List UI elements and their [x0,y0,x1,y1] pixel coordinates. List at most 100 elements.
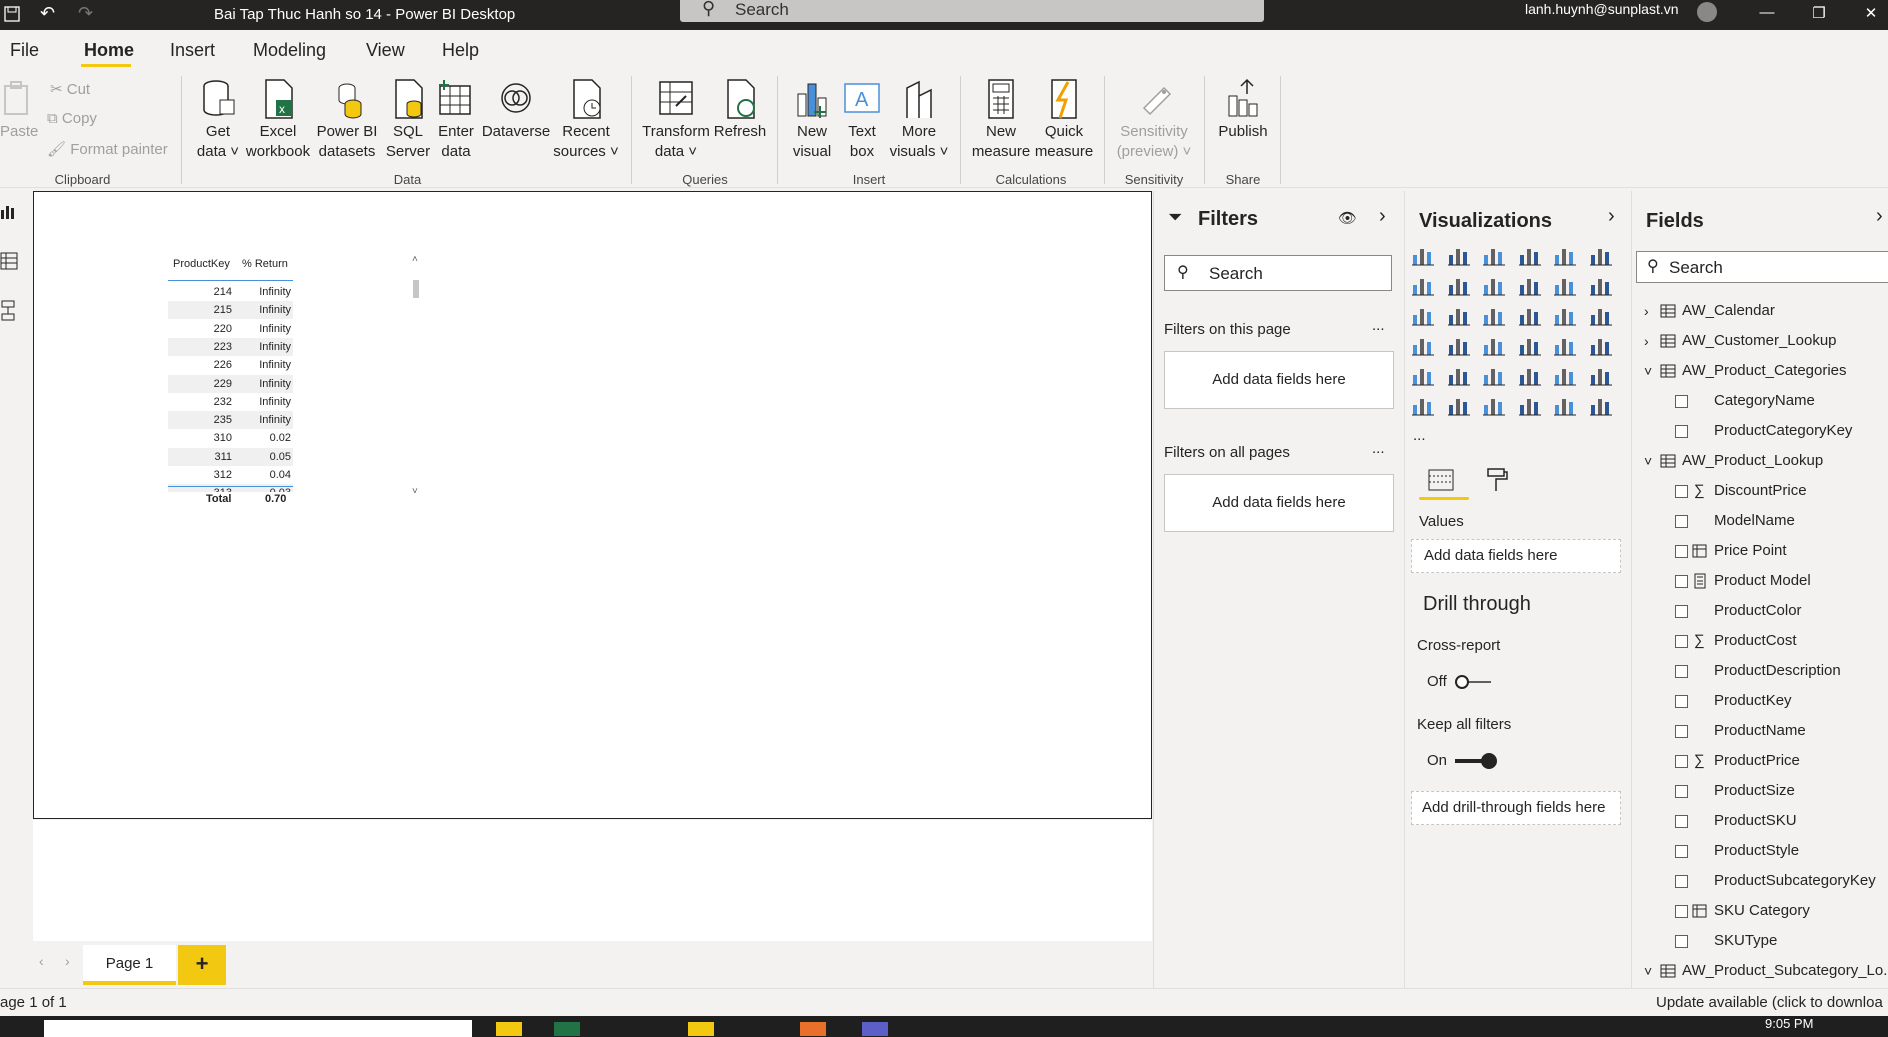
menu-file[interactable]: File [10,40,39,61]
filters-search-input[interactable]: ⚲ Search [1164,255,1392,291]
pie-icon[interactable] [1518,303,1542,327]
fields-search-input[interactable]: ⚲ Search [1636,251,1888,283]
field-item[interactable]: ProductSubcategoryKey [1632,867,1888,895]
chevron-down-icon[interactable]: ˅ [1644,957,1652,985]
filters-all-more-icon[interactable]: ... [1372,440,1385,457]
scatter-icon[interactable] [1482,303,1506,327]
chevron-down-icon[interactable]: ˅ [1644,447,1652,475]
table-row[interactable]: 310 0.02 [168,429,293,447]
100-column-icon[interactable] [1589,243,1613,267]
app-taskbar-icon[interactable] [800,1022,826,1036]
scroll-down-icon[interactable]: ˅ [412,486,418,497]
format-paint-roller-icon[interactable] [1485,467,1509,493]
collapse-filters-icon[interactable]: › [1379,205,1386,228]
keep-filters-toggle[interactable] [1455,753,1497,769]
paste-button[interactable]: Paste [0,78,38,142]
filters-page-more-icon[interactable]: ... [1372,317,1385,334]
table-row[interactable]: 214 Infinity [168,283,293,301]
text-box-button[interactable]: A Text box [838,78,886,162]
power-automate-icon[interactable] [1589,393,1613,417]
multi-row-card-icon[interactable] [1553,333,1577,357]
eye-icon[interactable]: 👁 [1338,209,1357,227]
matrix-icon[interactable] [1482,363,1506,387]
field-checkbox[interactable] [1675,425,1688,438]
powerbi-datasets-button[interactable]: Power BI datasets [314,78,380,162]
field-checkbox[interactable] [1675,515,1688,528]
table-row[interactable]: 215 Infinity [168,301,293,320]
key-influencers-icon[interactable] [1589,363,1613,387]
field-checkbox[interactable] [1675,815,1688,828]
field-item[interactable]: ProductCategoryKey [1632,417,1888,445]
table-aw-calendar[interactable]: › AW_Calendar [1632,297,1888,325]
field-checkbox[interactable] [1675,395,1688,408]
chevron-right-icon[interactable]: › [1644,327,1649,355]
global-search-box[interactable]: ⚲ Search [680,0,1264,22]
decomposition-tree-icon[interactable] [1411,393,1435,417]
user-account[interactable]: lanh.huynh@sunplast.vn [1525,1,1679,17]
field-checkbox[interactable] [1675,695,1688,708]
field-item[interactable]: SKUType [1632,927,1888,955]
treemap-icon[interactable] [1589,303,1613,327]
cut-button[interactable]: ✂ Cut [50,80,90,98]
teams-taskbar-icon[interactable] [862,1022,888,1036]
filters-page-drop-zone[interactable]: Add data fields here [1164,351,1394,409]
line-clustered-icon[interactable] [1553,273,1577,297]
field-item[interactable]: ProductColor [1632,597,1888,625]
field-item[interactable]: Product Model [1632,567,1888,595]
field-item[interactable]: ProductSKU [1632,807,1888,835]
qa-icon[interactable] [1447,393,1471,417]
map-icon[interactable] [1411,333,1435,357]
table-aw-product-lookup[interactable]: ˅ AW_Product_Lookup [1632,447,1888,475]
clustered-bar-icon[interactable] [1482,243,1506,267]
table-row[interactable]: 232 Infinity [168,393,293,411]
page-tab-1[interactable]: Page 1 [83,945,176,985]
get-data-button[interactable]: Get data ˅ [190,78,246,162]
table-aw-customer-lookup[interactable]: › AW_Customer_Lookup [1632,327,1888,355]
field-checkbox[interactable] [1675,575,1688,588]
menu-help[interactable]: Help [442,40,479,61]
table-row[interactable]: 220 Infinity [168,320,293,338]
field-checkbox[interactable] [1675,725,1688,738]
stacked-bar-icon[interactable] [1411,243,1435,267]
scroll-up-icon[interactable]: ˄ [412,254,418,265]
save-icon[interactable] [4,6,20,22]
more-visuals-button[interactable]: More visuals ˅ [886,78,952,162]
kpi-icon[interactable] [1589,333,1613,357]
file-explorer-icon[interactable] [496,1022,522,1036]
cross-report-toggle[interactable] [1455,674,1491,690]
field-checkbox[interactable] [1675,605,1688,618]
data-view-icon[interactable] [0,252,18,270]
scroll-thumb[interactable] [413,280,419,298]
field-checkbox[interactable] [1675,905,1688,918]
ribbon-icon[interactable] [1589,273,1613,297]
powerbi-taskbar-icon[interactable] [688,1022,714,1036]
python-icon[interactable] [1553,363,1577,387]
field-item[interactable]: ProductKey [1632,687,1888,715]
collapse-fields-icon[interactable]: › [1876,205,1883,228]
report-view-icon[interactable] [0,202,18,220]
new-visual-button[interactable]: New visual [786,78,838,162]
table-aw-product-subcategory-lookup[interactable]: ˅ AW_Product_Subcategory_Lo... [1632,957,1888,985]
sql-server-button[interactable]: SQL Server [384,78,432,162]
field-item[interactable]: ProductName [1632,717,1888,745]
field-checkbox[interactable] [1675,545,1688,558]
waterfall-icon[interactable] [1411,303,1435,327]
recent-sources-button[interactable]: Recent sources ˅ [552,78,620,162]
column-header-productkey[interactable]: ProductKey [173,258,230,270]
field-checkbox[interactable] [1675,665,1688,678]
table-visual[interactable]: ProductKey % Return 214 Infinity 215 Infini… [168,254,428,510]
field-item[interactable]: ModelName [1632,507,1888,535]
taskbar-search[interactable] [44,1020,472,1037]
table-aw-product-categories[interactable]: ˅ AW_Product_Categories [1632,357,1888,385]
quick-measure-button[interactable]: Quick measure [1034,78,1094,162]
add-page-button[interactable]: + [178,945,226,985]
drill-through-drop-zone[interactable]: Add drill-through fields here [1411,791,1621,825]
menu-modeling[interactable]: Modeling [253,40,326,61]
field-checkbox[interactable] [1675,755,1688,768]
field-checkbox[interactable] [1675,785,1688,798]
values-drop-zone[interactable]: Add data fields here [1411,539,1621,573]
table-row[interactable]: 235 Infinity [168,411,293,430]
table-row[interactable]: 226 Infinity [168,356,293,374]
slicer-icon[interactable] [1411,363,1435,387]
donut-icon[interactable] [1553,303,1577,327]
